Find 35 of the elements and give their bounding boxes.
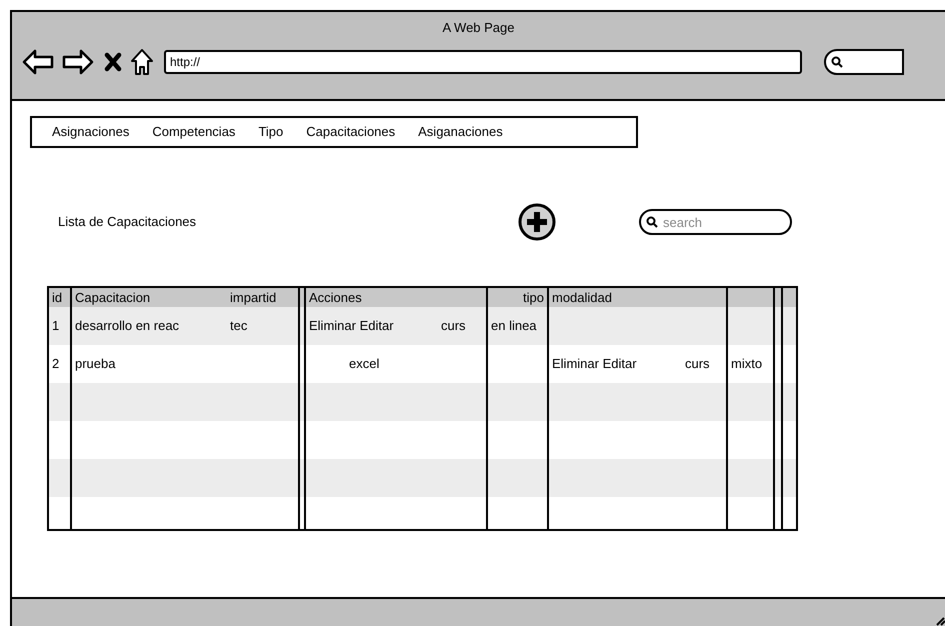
column-header: tipo — [523, 289, 544, 307]
table-cell-text: curs — [441, 317, 466, 336]
table-cell-text: en linea — [491, 317, 537, 336]
back-icon[interactable] — [22, 48, 54, 74]
menu-item[interactable]: Capacitaciones — [306, 122, 396, 142]
column-header: Acciones — [309, 289, 362, 307]
window-title: A Web Page — [442, 19, 515, 37]
table-cell-text: desarrollo en reac — [75, 317, 180, 336]
table-cell-text: 2 — [52, 355, 60, 374]
menu-item[interactable]: Tipo — [258, 122, 284, 142]
search-icon — [646, 216, 658, 228]
column-header: impartid — [230, 289, 276, 307]
forward-icon[interactable] — [62, 48, 94, 74]
table-cell-text: mixto — [731, 355, 762, 374]
table-cell-text: Eliminar Editar — [309, 317, 394, 336]
column-header: modalidad — [552, 289, 612, 307]
column-header: id — [52, 289, 62, 307]
table-cell-text: Eliminar Editar — [552, 355, 637, 374]
menu-item[interactable]: Asiganaciones — [418, 122, 503, 142]
table-cell-text: prueba — [75, 355, 116, 374]
page-title: Lista de Capacitaciones — [58, 213, 198, 232]
add-icon[interactable] — [518, 203, 556, 241]
address-field[interactable]: http:// — [164, 50, 802, 74]
search-icon — [831, 56, 843, 68]
home-icon[interactable] — [130, 48, 154, 76]
table-cell-text: 1 — [52, 317, 60, 336]
table-cell-text: tec — [230, 317, 248, 336]
column-header: Capacitacion — [75, 289, 150, 307]
table-cell-text: curs — [685, 355, 710, 374]
search-field[interactable]: search — [639, 209, 792, 235]
menu-item[interactable]: Competencias — [152, 122, 236, 142]
close-icon[interactable] — [104, 52, 122, 72]
table-cell-text: excel — [349, 355, 380, 374]
menu-item[interactable]: Asignaciones — [52, 122, 130, 142]
search-field[interactable] — [824, 48, 904, 74]
